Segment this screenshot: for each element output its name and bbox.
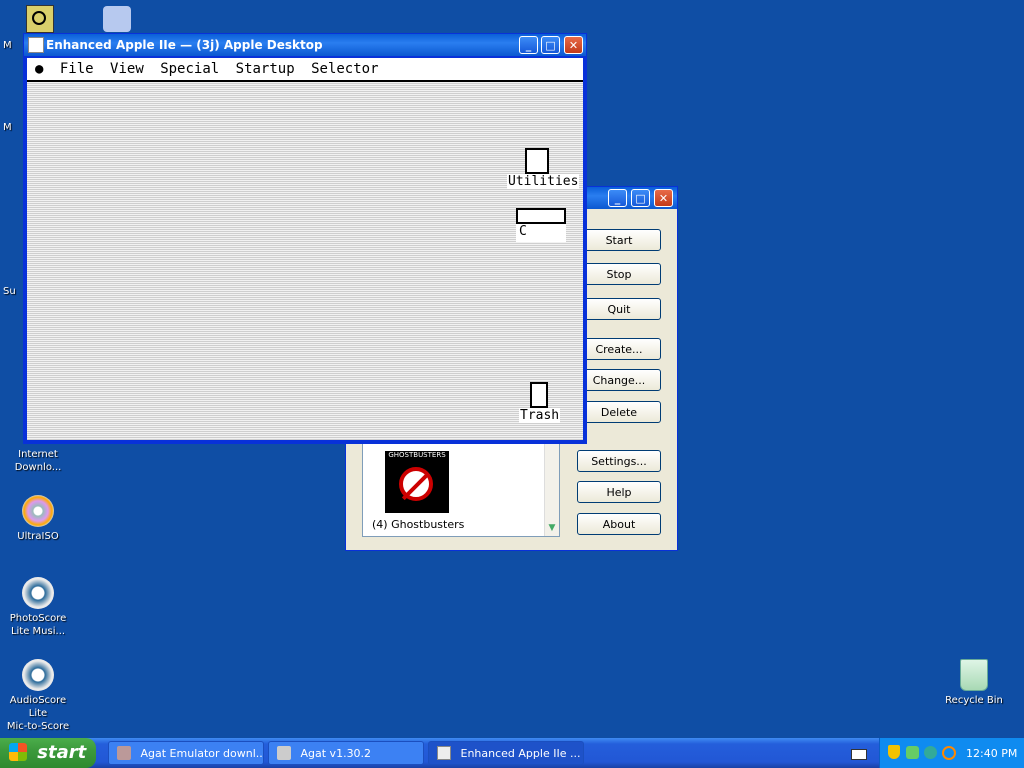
- menu-view[interactable]: View: [110, 61, 144, 77]
- floppy-icon: [525, 148, 549, 174]
- app-icon: [32, 11, 46, 25]
- recycle-bin-icon: [960, 659, 988, 691]
- close-button[interactable]: ✕: [654, 189, 673, 207]
- task-label: Agat Emulator downl...: [140, 747, 264, 760]
- disk-icon-c[interactable]: C: [516, 208, 566, 244]
- recycle-bin-label: Recycle Bin: [945, 695, 1003, 706]
- desktop-icon-photoscore[interactable]: PhotoScore Lite Musi...: [0, 577, 76, 638]
- apple-menubar: ● File View Special Startup Selector: [27, 58, 583, 82]
- taskbar-item-agat-download[interactable]: Agat Emulator downl...: [108, 741, 264, 765]
- list-item[interactable]: GHOSTBUSTERS (4) Ghostbusters: [363, 444, 543, 536]
- maximize-button[interactable]: □: [541, 36, 560, 54]
- taskbar: start Agat Emulator downl... Agat v1.30.…: [0, 738, 1024, 768]
- help-button[interactable]: Help: [577, 481, 661, 503]
- internet-download-label: Internet Downlo...: [14, 449, 62, 473]
- menu-file[interactable]: File: [60, 61, 94, 77]
- stop-button[interactable]: Stop: [577, 263, 661, 285]
- network-icon[interactable]: [906, 746, 919, 759]
- menu-special[interactable]: Special: [160, 61, 219, 77]
- utilities-label: Utilities: [507, 174, 580, 189]
- audioscore-label: AudioScore Lite Mic-to-Score: [6, 695, 70, 732]
- desktop-icon-top-2[interactable]: [103, 6, 131, 32]
- desktop-icon-internet-download[interactable]: Internet Downlo...: [0, 448, 76, 474]
- apple-app-icon: [437, 746, 451, 760]
- system-tray: 12:40 PM: [879, 738, 1024, 768]
- desktop-icon-ultraiso[interactable]: UltraISO: [0, 495, 76, 543]
- apple-menu-icon[interactable]: ●: [35, 61, 43, 77]
- machine-list[interactable]: GHOSTBUSTERS (4) Ghostbusters ▼: [362, 443, 560, 537]
- trash-icon: [530, 382, 548, 408]
- minimize-button[interactable]: _: [608, 189, 627, 207]
- scroll-down-icon[interactable]: ▼: [547, 522, 557, 534]
- partial-label-1: M: [3, 40, 12, 51]
- search-icon[interactable]: [942, 746, 956, 760]
- apple-titlebar[interactable]: Enhanced Apple IIe — (3j) Apple Desktop …: [24, 34, 586, 56]
- start-emulation-button[interactable]: Start: [577, 229, 661, 251]
- thumbnail-title: GHOSTBUSTERS: [388, 451, 446, 459]
- close-button[interactable]: ✕: [564, 36, 583, 54]
- ghostbusters-thumbnail: GHOSTBUSTERS: [385, 451, 449, 513]
- globe-icon[interactable]: [924, 746, 937, 759]
- start-button[interactable]: start: [0, 738, 96, 768]
- quit-button[interactable]: Quit: [577, 298, 661, 320]
- delete-button[interactable]: Delete: [577, 401, 661, 423]
- ghostbusters-logo-icon: [399, 467, 433, 501]
- desktop-icon-recycle-bin[interactable]: Recycle Bin: [936, 659, 1012, 707]
- minimize-button[interactable]: _: [519, 36, 538, 54]
- taskbar-item-apple-iie[interactable]: Enhanced Apple IIe ...: [428, 741, 584, 765]
- start-label: start: [37, 742, 87, 763]
- browser-icon: [117, 746, 131, 760]
- maximize-button[interactable]: □: [631, 189, 650, 207]
- photoscore-icon: [22, 577, 54, 609]
- list-scrollbar[interactable]: ▼: [544, 444, 559, 536]
- security-shield-icon[interactable]: [888, 745, 900, 759]
- drive-icon: [516, 208, 566, 224]
- audioscore-icon: [22, 659, 54, 691]
- taskbar-item-agat[interactable]: Agat v1.30.2: [268, 741, 424, 765]
- about-button[interactable]: About: [577, 513, 661, 535]
- utilities-disk-icon[interactable]: Utilities: [507, 148, 580, 189]
- change-button[interactable]: Change...: [577, 369, 661, 391]
- photoscore-label: PhotoScore Lite Musi...: [9, 613, 67, 637]
- task-label: Agat v1.30.2: [300, 747, 372, 760]
- desktop-icon-top-1[interactable]: [26, 5, 54, 33]
- task-label: Enhanced Apple IIe ...: [460, 747, 581, 760]
- partial-label-3: Su: [3, 286, 16, 297]
- disk-c-label: C: [516, 224, 566, 242]
- ultraiso-label: UltraISO: [17, 531, 59, 542]
- partial-label-2: M: [3, 122, 12, 133]
- apple-window-title: Enhanced Apple IIe — (3j) Apple Desktop: [46, 38, 323, 52]
- clock: 12:40 PM: [966, 747, 1018, 760]
- trash-label: Trash: [519, 408, 561, 423]
- apple-desktop-area: Utilities C Trash: [27, 82, 583, 440]
- create-button[interactable]: Create...: [577, 338, 661, 360]
- desktop: M M Su Internet Downlo... UltraISO Photo…: [0, 0, 1024, 738]
- list-item-label: (4) Ghostbusters: [372, 518, 465, 531]
- menu-startup[interactable]: Startup: [236, 61, 295, 77]
- desktop-icon-audioscore[interactable]: AudioScore Lite Mic-to-Score: [0, 659, 76, 733]
- apple-iie-window: Enhanced Apple IIe — (3j) Apple Desktop …: [23, 33, 587, 444]
- trash-icon-group[interactable]: Trash: [519, 382, 561, 423]
- menu-selector[interactable]: Selector: [311, 61, 378, 77]
- agat-icon: [277, 746, 291, 760]
- windows-logo-icon: [9, 743, 27, 761]
- keyboard-icon[interactable]: [851, 749, 867, 760]
- disc-icon: [22, 495, 54, 527]
- settings-button[interactable]: Settings...: [577, 450, 661, 472]
- app-window-icon: [28, 37, 44, 53]
